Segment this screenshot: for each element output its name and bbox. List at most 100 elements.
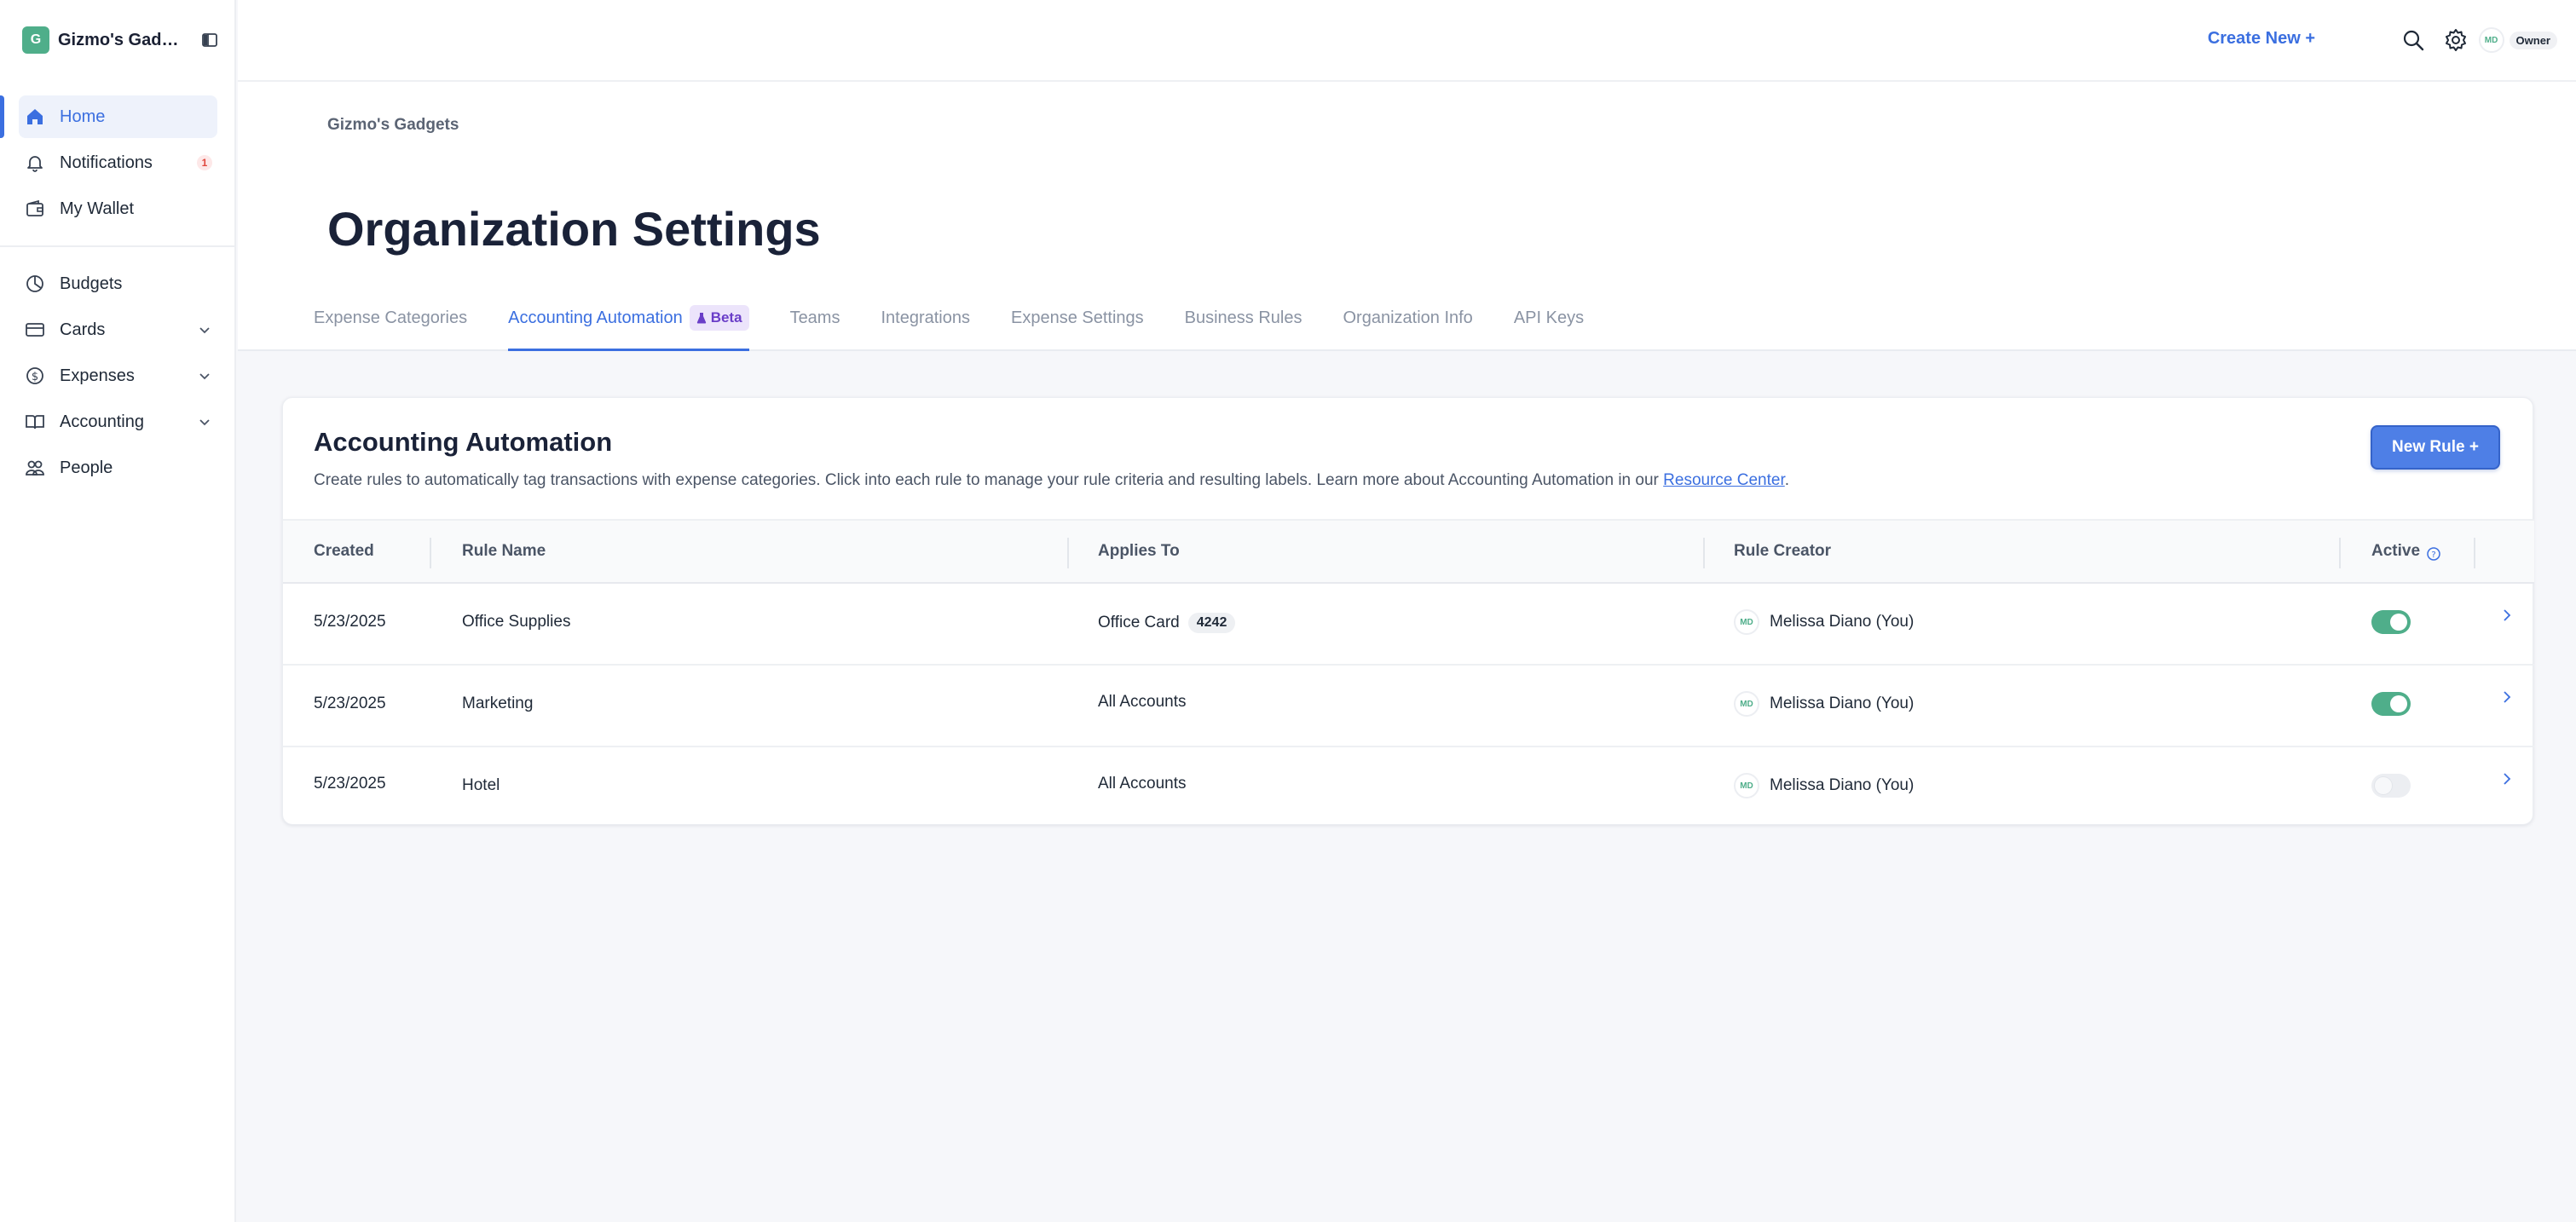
active-toggle[interactable] (2371, 692, 2411, 716)
chevron-right-icon[interactable] (2499, 771, 2515, 787)
cell-applies-to: All Accounts (1098, 693, 1187, 711)
sidebar-item-label: Budgets (60, 274, 123, 293)
role-badge: Owner (2509, 31, 2557, 49)
sidebar-item-label: My Wallet (60, 199, 135, 218)
sidebar-item-budgets[interactable]: Budgets (19, 262, 217, 305)
header-applies-to[interactable]: Applies To (1098, 542, 1180, 561)
info-icon[interactable]: ? (2426, 546, 2441, 562)
breadcrumb[interactable]: Gizmo's Gadgets (327, 116, 459, 135)
applies-to-label: Office Card (1098, 614, 1180, 631)
avatar: MD (2478, 27, 2504, 53)
column-divider (2339, 538, 2341, 568)
sidebar-item-people[interactable]: People (19, 447, 217, 489)
svg-text:$: $ (32, 371, 38, 383)
chevron-down-icon[interactable] (197, 322, 212, 337)
sidebar-collapse-icon[interactable] (201, 32, 218, 49)
cell-created: 5/23/2025 (314, 695, 386, 712)
tab-integrations[interactable]: Integrations (881, 305, 970, 351)
top-bar: Create New + MD Owner (238, 0, 2576, 82)
cell-rule-name: Office Supplies (462, 613, 571, 631)
search-icon[interactable] (2400, 27, 2426, 53)
page-title: Organization Settings (327, 202, 821, 256)
sidebar-item-notifications[interactable]: Notifications 1 (19, 141, 217, 184)
tab-expense-categories[interactable]: Expense Categories (314, 305, 467, 351)
chevron-down-icon[interactable] (197, 368, 212, 383)
card-title: Accounting Automation (314, 427, 613, 457)
people-icon (24, 457, 46, 479)
avatar: MD (1734, 773, 1759, 798)
header-rule-creator[interactable]: Rule Creator (1734, 542, 1831, 561)
chevron-right-icon[interactable] (2499, 608, 2515, 623)
home-icon (24, 106, 46, 128)
page-header: Gizmo's Gadgets Organization Settings Ex… (238, 82, 2576, 351)
resource-center-link[interactable]: Resource Center (1663, 471, 1785, 489)
gear-icon[interactable] (2443, 27, 2469, 53)
sidebar-nav: Home Notifications 1 My Wallet Budgets C… (0, 95, 236, 493)
chevron-right-icon[interactable] (2499, 689, 2515, 705)
cell-rule-name: Marketing (462, 695, 534, 712)
cell-rule-creator: MD Melissa Diano (You) (1734, 609, 1914, 635)
sidebar-item-label: Cards (60, 320, 106, 339)
cell-applies-to: Office Card 4242 (1098, 613, 1236, 633)
header-rule-name[interactable]: Rule Name (462, 542, 546, 561)
beta-badge-label: Beta (710, 309, 742, 326)
org-switcher[interactable]: G Gizmo's Gadgets (22, 26, 218, 55)
sidebar-item-expenses[interactable]: $ Expenses (19, 354, 217, 397)
creator-name: Melissa Diano (You) (1770, 613, 1915, 631)
description-end: . (1784, 471, 1790, 489)
header-active[interactable]: Active (2371, 542, 2420, 561)
toggle-knob (2390, 614, 2407, 631)
pie-chart-icon (24, 273, 46, 295)
bell-icon (24, 152, 46, 174)
sidebar-item-label: People (60, 458, 113, 477)
sidebar-item-label: Notifications (60, 153, 153, 172)
book-icon (24, 411, 46, 433)
tab-expense-settings[interactable]: Expense Settings (1011, 305, 1144, 351)
column-divider (430, 538, 431, 568)
active-toggle[interactable] (2371, 774, 2411, 798)
header-created[interactable]: Created (314, 542, 374, 561)
column-divider (1067, 538, 1069, 568)
toggle-knob (2390, 695, 2407, 712)
description-text: Create rules to automatically tag transa… (314, 471, 1664, 489)
cell-applies-to: All Accounts (1098, 775, 1187, 793)
tab-accounting-automation[interactable]: Accounting Automation Beta (508, 305, 750, 351)
cell-rule-creator: MD Melissa Diano (You) (1734, 691, 1914, 717)
user-menu[interactable]: MD Owner (2478, 27, 2557, 53)
sidebar-item-accounting[interactable]: Accounting (19, 401, 217, 443)
tab-teams[interactable]: Teams (790, 305, 840, 351)
svg-text:?: ? (2431, 550, 2435, 560)
tab-api-keys[interactable]: API Keys (1514, 305, 1584, 351)
avatar: MD (1734, 691, 1759, 717)
cell-rule-creator: MD Melissa Diano (You) (1734, 773, 1914, 798)
active-toggle[interactable] (2371, 610, 2411, 634)
notification-count-badge: 1 (197, 155, 212, 170)
avatar: MD (1734, 609, 1759, 635)
column-divider (2474, 538, 2475, 568)
sidebar-item-home[interactable]: Home (0, 95, 217, 138)
toggle-knob (2375, 777, 2392, 794)
creator-name: Melissa Diano (You) (1770, 695, 1915, 712)
chevron-down-icon[interactable] (197, 414, 212, 429)
org-logo: G (22, 26, 49, 54)
creator-name: Melissa Diano (You) (1770, 776, 1915, 794)
beta-badge: Beta (689, 305, 749, 331)
accounting-automation-card: Accounting Automation Create rules to au… (282, 397, 2534, 825)
sidebar: G Gizmo's Gadgets Home Notifications 1 M (0, 0, 236, 1222)
tab-business-rules[interactable]: Business Rules (1185, 305, 1302, 351)
sidebar-item-cards[interactable]: Cards (19, 308, 217, 351)
table-row[interactable]: 5/23/2025 Hotel All Accounts MD Melissa … (283, 747, 2534, 829)
table-row[interactable]: 5/23/2025 Marketing All Accounts MD Meli… (283, 666, 2534, 747)
dollar-circle-icon: $ (24, 365, 46, 387)
sidebar-item-my-wallet[interactable]: My Wallet (19, 187, 217, 230)
org-name: Gizmo's Gadgets (58, 30, 188, 49)
table-header: Created Rule Name Applies To Rule Creato… (283, 519, 2534, 584)
sidebar-divider (0, 245, 236, 247)
cell-rule-name: Hotel (462, 776, 500, 794)
table-row[interactable]: 5/23/2025 Office Supplies Office Card 424… (283, 584, 2534, 666)
create-new-button[interactable]: Create New + (2208, 29, 2315, 49)
new-rule-button[interactable]: New Rule + (2371, 425, 2500, 470)
cell-created: 5/23/2025 (314, 613, 386, 631)
sidebar-item-label: Expenses (60, 366, 135, 385)
tab-organization-info[interactable]: Organization Info (1343, 305, 1472, 351)
